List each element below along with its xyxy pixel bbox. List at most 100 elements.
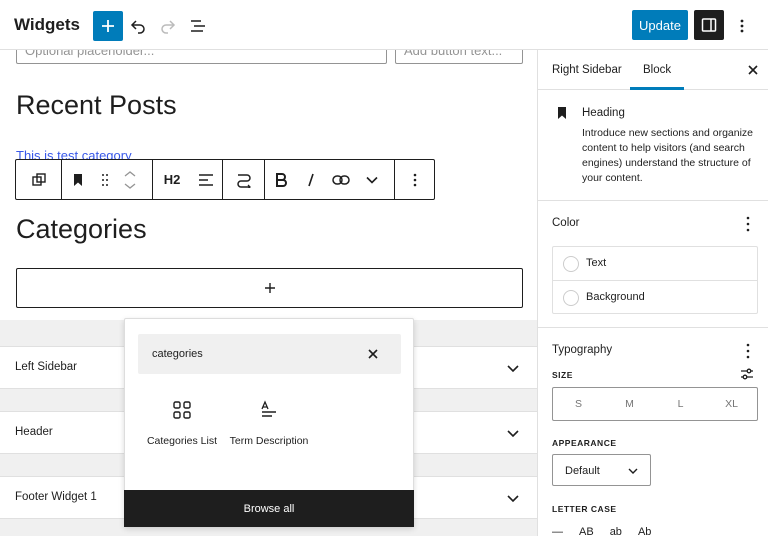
tab-block[interactable]: Block (643, 64, 671, 76)
chevron-down-icon[interactable] (504, 359, 522, 377)
bold-icon (276, 172, 287, 187)
widget-area-label: Left Sidebar (15, 361, 78, 373)
transform-button[interactable] (16, 160, 61, 199)
block-toolbar-group-format (265, 160, 395, 199)
color-option-label: Text (586, 257, 607, 269)
size-option-s[interactable]: S (553, 388, 604, 420)
undo-button[interactable] (126, 14, 150, 38)
heading-level-button[interactable]: H2 (153, 160, 191, 199)
appearance-label: APPEARANCE (552, 438, 617, 448)
mover-buttons[interactable] (116, 160, 144, 199)
more-rich-text-button[interactable] (357, 160, 387, 199)
size-label: SIZE (552, 370, 573, 380)
browse-all-button[interactable]: Browse all (124, 490, 414, 527)
appearance-select[interactable]: Default (552, 454, 651, 486)
color-options-list: Text Background (552, 246, 758, 314)
list-view-button[interactable] (186, 14, 210, 38)
search-placeholder-input[interactable]: Optional placeholder... (16, 50, 387, 64)
letter-case-label: LETTER CASE (552, 504, 617, 514)
chevron-down-icon[interactable] (504, 489, 522, 507)
search-button-placeholder[interactable]: Add button text... (395, 50, 523, 64)
settings-sidebar: Right Sidebar Block Heading Introduce ne… (537, 50, 768, 536)
block-toolbar-group-transform (16, 160, 62, 199)
color-panel: Color Text Background (538, 201, 768, 328)
top-toolbar: Widgets Update (0, 0, 768, 50)
color-swatch (563, 290, 579, 306)
link-button[interactable] (325, 160, 357, 199)
color-option-text[interactable]: Text (553, 247, 757, 280)
block-toolbar-group-options (395, 160, 434, 199)
appearance-value: Default (565, 465, 600, 477)
plus-icon (102, 20, 114, 32)
italic-button[interactable] (297, 160, 325, 199)
color-option-label: Background (586, 291, 645, 303)
letter-case-lower[interactable]: ab (610, 526, 622, 536)
close-icon[interactable] (745, 62, 761, 78)
move-up-icon[interactable] (124, 170, 136, 178)
color-panel-title: Color (552, 217, 580, 229)
more-vertical-icon (413, 173, 416, 186)
size-option-xl[interactable]: XL (706, 388, 757, 420)
italic-icon (308, 173, 314, 186)
block-card-title: Heading (582, 107, 625, 119)
widget-area-label: Footer Widget 1 (15, 491, 97, 503)
page-title: Widgets (14, 15, 80, 34)
color-option-background[interactable]: Background (553, 280, 757, 313)
add-block-button[interactable] (93, 11, 123, 41)
categories-heading[interactable]: Categories (16, 214, 147, 245)
block-appender-button[interactable] (16, 268, 523, 308)
letter-case-none[interactable]: — (552, 526, 563, 536)
font-size-picker: S M L XL (552, 387, 758, 421)
size-option-m[interactable]: M (604, 388, 655, 420)
sidebar-icon (701, 18, 717, 32)
categories-list-icon (173, 401, 191, 419)
inserter-item-label: Categories List (146, 435, 218, 447)
update-button[interactable]: Update (632, 10, 688, 40)
block-type-button[interactable] (62, 160, 94, 199)
move-down-icon[interactable] (124, 182, 136, 190)
align-button[interactable] (191, 160, 221, 199)
undo-icon (130, 20, 145, 34)
bookmark-icon (74, 173, 82, 186)
quick-inserter: categories Categories List Term Descript… (124, 318, 414, 527)
bold-button[interactable] (265, 160, 297, 199)
inserter-item-term-description[interactable]: Term Description (224, 399, 314, 448)
options-button[interactable] (730, 14, 754, 38)
size-option-l[interactable]: L (655, 388, 706, 420)
block-toolbar-group-link (223, 160, 265, 199)
letter-case-upper[interactable]: AB (579, 526, 594, 536)
plus-icon (264, 283, 275, 293)
link-icon (332, 174, 350, 185)
drag-handle-icon (102, 173, 108, 186)
block-toolbar-group-heading: H2 (153, 160, 223, 199)
chevron-down-icon[interactable] (504, 424, 522, 442)
inserter-item-categories-list[interactable]: Categories List (137, 399, 227, 448)
more-vertical-icon (740, 19, 744, 33)
drag-handle[interactable] (94, 160, 116, 199)
redo-icon (161, 20, 176, 34)
inserter-search-input[interactable]: categories (138, 334, 401, 374)
recent-posts-heading[interactable]: Recent Posts (16, 90, 177, 121)
chevron-down-icon (366, 176, 378, 184)
color-swatch (563, 256, 579, 272)
block-toolbar: H2 (15, 159, 435, 200)
more-vertical-icon[interactable] (740, 215, 756, 233)
widget-area-label: Header (15, 426, 53, 438)
block-options-button[interactable] (395, 160, 434, 199)
typography-panel-title: Typography (552, 344, 613, 356)
settings-tabs: Right Sidebar Block (538, 50, 768, 90)
settings-toggle-button[interactable] (694, 10, 724, 40)
transform-icon (31, 172, 46, 186)
chevron-down-icon (628, 468, 638, 474)
redo-button[interactable] (156, 14, 180, 38)
link-chain-button[interactable] (223, 160, 264, 199)
letter-case-capitalize[interactable]: Ab (638, 526, 651, 536)
inserter-search-value: categories (152, 348, 203, 360)
close-icon[interactable] (365, 346, 381, 362)
block-card: Heading Introduce new sections and organ… (538, 90, 768, 201)
more-vertical-icon[interactable] (740, 342, 756, 360)
align-icon (199, 173, 213, 186)
inserter-item-label: Term Description (229, 435, 309, 447)
tab-right-sidebar[interactable]: Right Sidebar (552, 64, 622, 76)
settings-sliders-icon[interactable] (740, 367, 754, 381)
